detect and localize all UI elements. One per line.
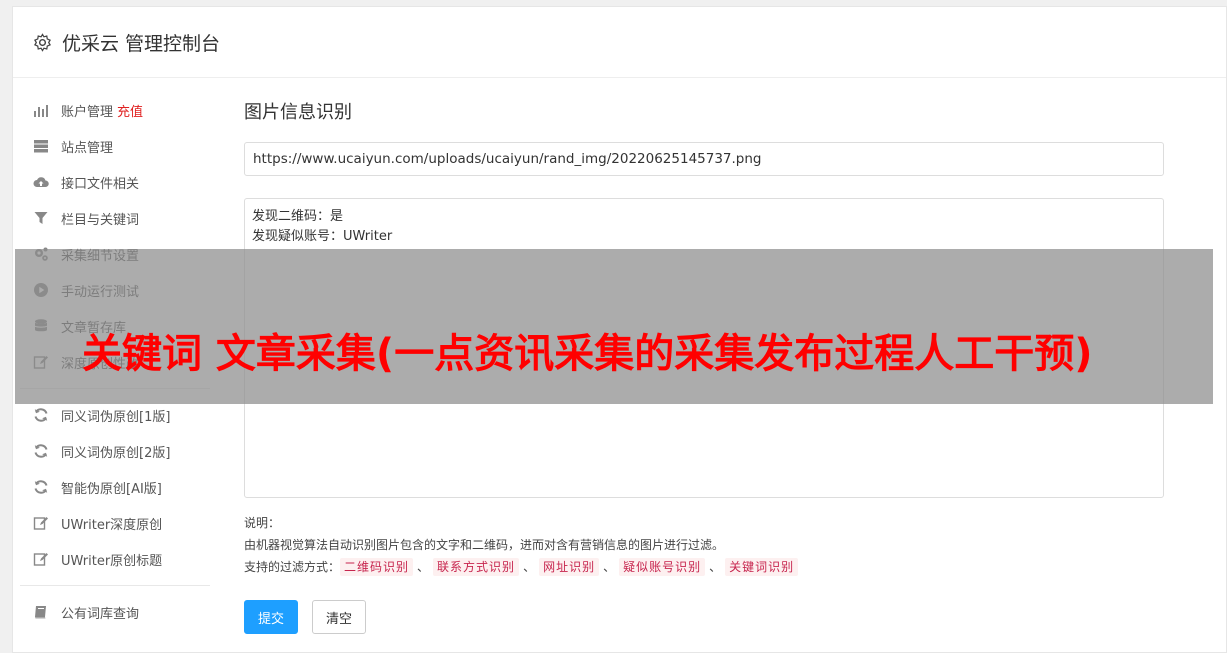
sidebar-item[interactable]: 站点管理 <box>20 128 210 164</box>
image-url-input[interactable] <box>244 142 1164 176</box>
edit-icon <box>32 551 49 568</box>
header: 优采云 管理控制台 <box>13 7 1226 78</box>
server-icon <box>32 138 49 155</box>
sidebar-item-label: 账户管理 <box>61 104 114 120</box>
result-line: 发现疑似账号：UWriter <box>252 229 393 244</box>
sidebar-item[interactable]: 接口文件相关 <box>20 164 210 200</box>
filter-sep: 、 <box>523 560 536 574</box>
filter-sep: 、 <box>603 560 616 574</box>
button-row: 提交 清空 <box>244 600 1164 634</box>
refresh-icon <box>32 407 49 424</box>
sidebar-item-label: UWriter原创标题 <box>61 553 163 569</box>
filter-chip: 联系方式识别 <box>433 558 520 576</box>
sidebar-item[interactable]: 公有词库查询 <box>20 594 210 630</box>
sidebar-item-label: 同义词伪原创[1版] <box>61 409 171 425</box>
filter-chip: 网址识别 <box>539 558 600 576</box>
gear-icon <box>33 32 52 52</box>
desc-text: 由机器视觉算法自动识别图片包含的文字和二维码，进而对含有营销信息的图片进行过滤。 <box>244 538 725 552</box>
filter-chip: 关键词识别 <box>725 558 799 576</box>
page-header-title: 优采云 管理控制台 <box>62 32 221 55</box>
sidebar-item-label: UWriter深度原创 <box>61 517 163 533</box>
desc-label: 说明： <box>244 516 281 530</box>
sidebar-item-label: 站点管理 <box>61 140 114 156</box>
sidebar-item[interactable]: UWriter深度原创 <box>20 505 210 541</box>
sidebar-item[interactable]: 账户管理 充值 <box>20 92 210 128</box>
refresh-icon <box>32 479 49 496</box>
filter-icon <box>32 210 49 227</box>
filter-list: 支持的过滤方式： 二维码识别、联系方式识别、网址识别、疑似账号识别、关键词识别 <box>244 556 1164 578</box>
filter-chip: 二维码识别 <box>340 558 414 576</box>
filter-sep: 、 <box>709 560 722 574</box>
filter-label: 支持的过滤方式： <box>244 560 341 574</box>
overlay-headline: 关键词 文章采集(一点资讯采集的采集发布过程人工干预) <box>82 331 1093 377</box>
watermark-overlay <box>15 249 1213 404</box>
sidebar-item-label: 公有词库查询 <box>61 606 140 622</box>
bar-chart-icon <box>32 102 49 119</box>
sidebar-item[interactable]: 栏目与关键词 <box>20 200 210 236</box>
sidebar-item-label: 同义词伪原创[2版] <box>61 445 171 461</box>
sidebar-item[interactable]: UWriter原创标题 <box>20 541 210 577</box>
recharge-link[interactable]: 充值 <box>117 101 143 120</box>
page-title: 图片信息识别 <box>244 102 352 123</box>
sidebar-item-label: 智能伪原创[AI版] <box>61 481 162 497</box>
sidebar-divider <box>20 585 210 586</box>
refresh-icon <box>32 443 49 460</box>
sidebar-item[interactable]: 智能伪原创[AI版] <box>20 469 210 505</box>
sidebar-item-label: 接口文件相关 <box>61 176 140 192</box>
result-line: 发现二维码：是 <box>252 209 344 224</box>
sidebar-item[interactable]: 同义词伪原创[2版] <box>20 433 210 469</box>
cloud-upload-icon <box>32 174 49 191</box>
submit-button[interactable]: 提交 <box>244 600 298 634</box>
filter-chip: 疑似账号识别 <box>619 558 706 576</box>
sidebar-item-label: 栏目与关键词 <box>61 212 140 228</box>
clear-button[interactable]: 清空 <box>312 600 366 634</box>
filter-sep: 、 <box>417 560 430 574</box>
book-icon <box>32 604 49 621</box>
edit-icon <box>32 515 49 532</box>
description: 说明： 由机器视觉算法自动识别图片包含的文字和二维码，进而对含有营销信息的图片进… <box>244 512 1164 578</box>
